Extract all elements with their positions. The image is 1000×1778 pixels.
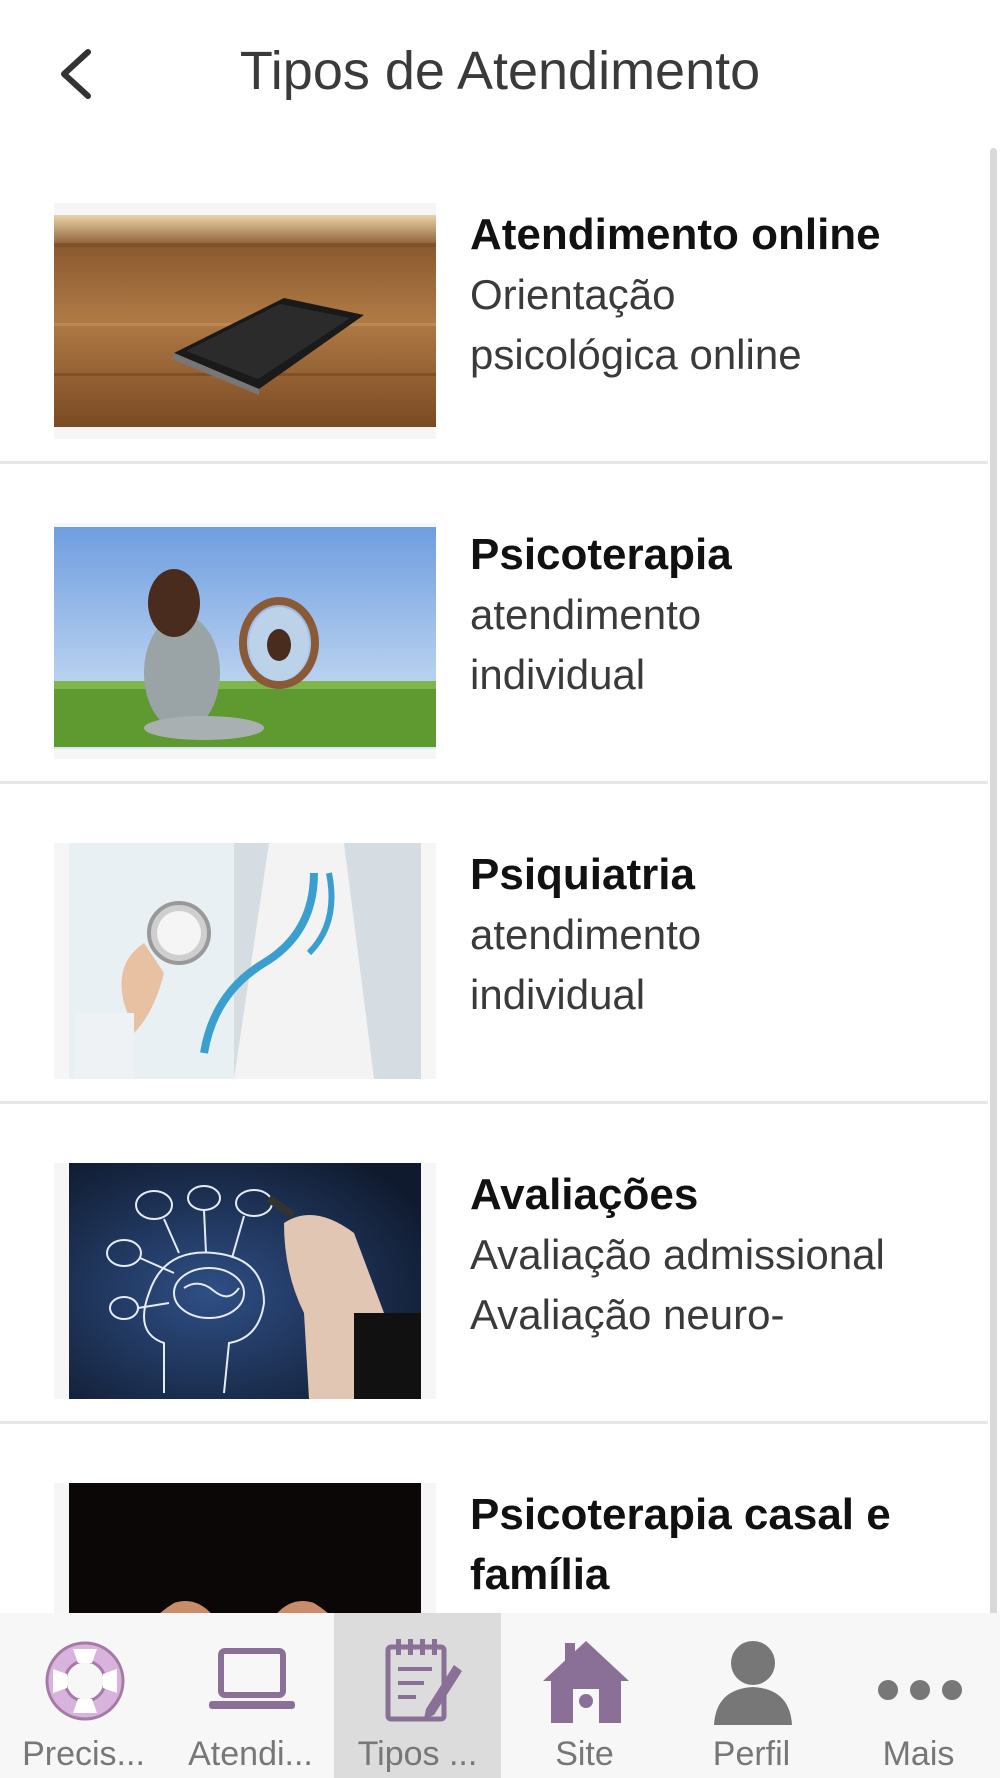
list-item-avaliacoes[interactable]: Avaliações Avaliação admissional Avaliaç… xyxy=(0,1105,988,1424)
list-item-title: Atendimento online xyxy=(470,210,881,259)
tab-label: Atendi... xyxy=(188,1735,313,1773)
notepad-icon xyxy=(385,1639,462,1722)
tab-bar: Precis... Atendi... Tipos ... Site Perfi… xyxy=(0,1613,1000,1778)
tab-perfil[interactable]: Perfil xyxy=(668,1613,835,1778)
home-icon xyxy=(543,1641,629,1723)
tab-label: Site xyxy=(555,1735,614,1773)
tab-precisa[interactable]: Precis... xyxy=(0,1613,167,1778)
lifebuoy-icon xyxy=(45,1641,125,1721)
smartphone-on-table-photo xyxy=(54,203,436,439)
tab-tipos[interactable]: Tipos ... xyxy=(334,1613,501,1778)
list-item-psicoterapia-casal-familia[interactable]: Psicoterapia casal e família xyxy=(0,1425,988,1613)
tab-label: Mais xyxy=(882,1735,955,1773)
list-item-atendimento-online[interactable]: Atendimento online Orientação psicológic… xyxy=(0,145,988,464)
list-item-subtitle: Avaliação admissional Avaliação neuro- xyxy=(470,1231,885,1338)
woman-with-mirror-photo xyxy=(54,523,436,759)
list-item-text: Atendimento online Orientação psicológic… xyxy=(470,205,968,385)
list-item-text: Avaliações Avaliação admissional Avaliaç… xyxy=(470,1165,968,1345)
list-item-text: Psicoterapia casal e família xyxy=(470,1485,968,1605)
scrollbar[interactable] xyxy=(990,148,997,1623)
tab-mais[interactable]: Mais xyxy=(835,1613,1000,1778)
page-title: Tipos de Atendimento xyxy=(239,41,761,101)
more-dots-icon xyxy=(878,1680,962,1700)
laptop-icon xyxy=(209,1648,295,1709)
list-item-text: Psiquiatria atendimento individual xyxy=(470,845,968,1025)
tab-atendimento[interactable]: Atendi... xyxy=(167,1613,334,1778)
list-scroll-area[interactable]: Atendimento online Orientação psicológic… xyxy=(0,145,1000,1613)
tab-label: Tipos ... xyxy=(357,1735,478,1773)
list-item-title: Avaliações xyxy=(470,1170,699,1219)
list-item-title: Psiquiatria xyxy=(470,850,695,899)
list-item-psiquiatria[interactable]: Psiquiatria atendimento individual xyxy=(0,785,988,1104)
tab-label: Precis... xyxy=(22,1735,145,1773)
list-item-subtitle: Orientação psicológica online xyxy=(470,271,802,378)
tab-label: Perfil xyxy=(712,1735,791,1773)
list-item-title: Psicoterapia xyxy=(470,530,732,579)
doctor-stethoscope-photo xyxy=(54,843,436,1079)
tab-site[interactable]: Site xyxy=(501,1613,668,1778)
list-item-psicoterapia[interactable]: Psicoterapia atendimento individual xyxy=(0,465,988,784)
hands-paper-family-photo xyxy=(54,1483,436,1613)
list-item-subtitle: atendimento individual xyxy=(470,911,702,1018)
user-icon xyxy=(714,1641,792,1725)
list-item-title: Psicoterapia casal e família xyxy=(470,1490,891,1599)
list-item-text: Psicoterapia atendimento individual xyxy=(470,525,968,705)
brain-drawing-photo xyxy=(54,1163,436,1399)
list-item-subtitle: atendimento individual xyxy=(470,591,702,698)
header: Tipos de Atendimento xyxy=(0,0,1000,145)
